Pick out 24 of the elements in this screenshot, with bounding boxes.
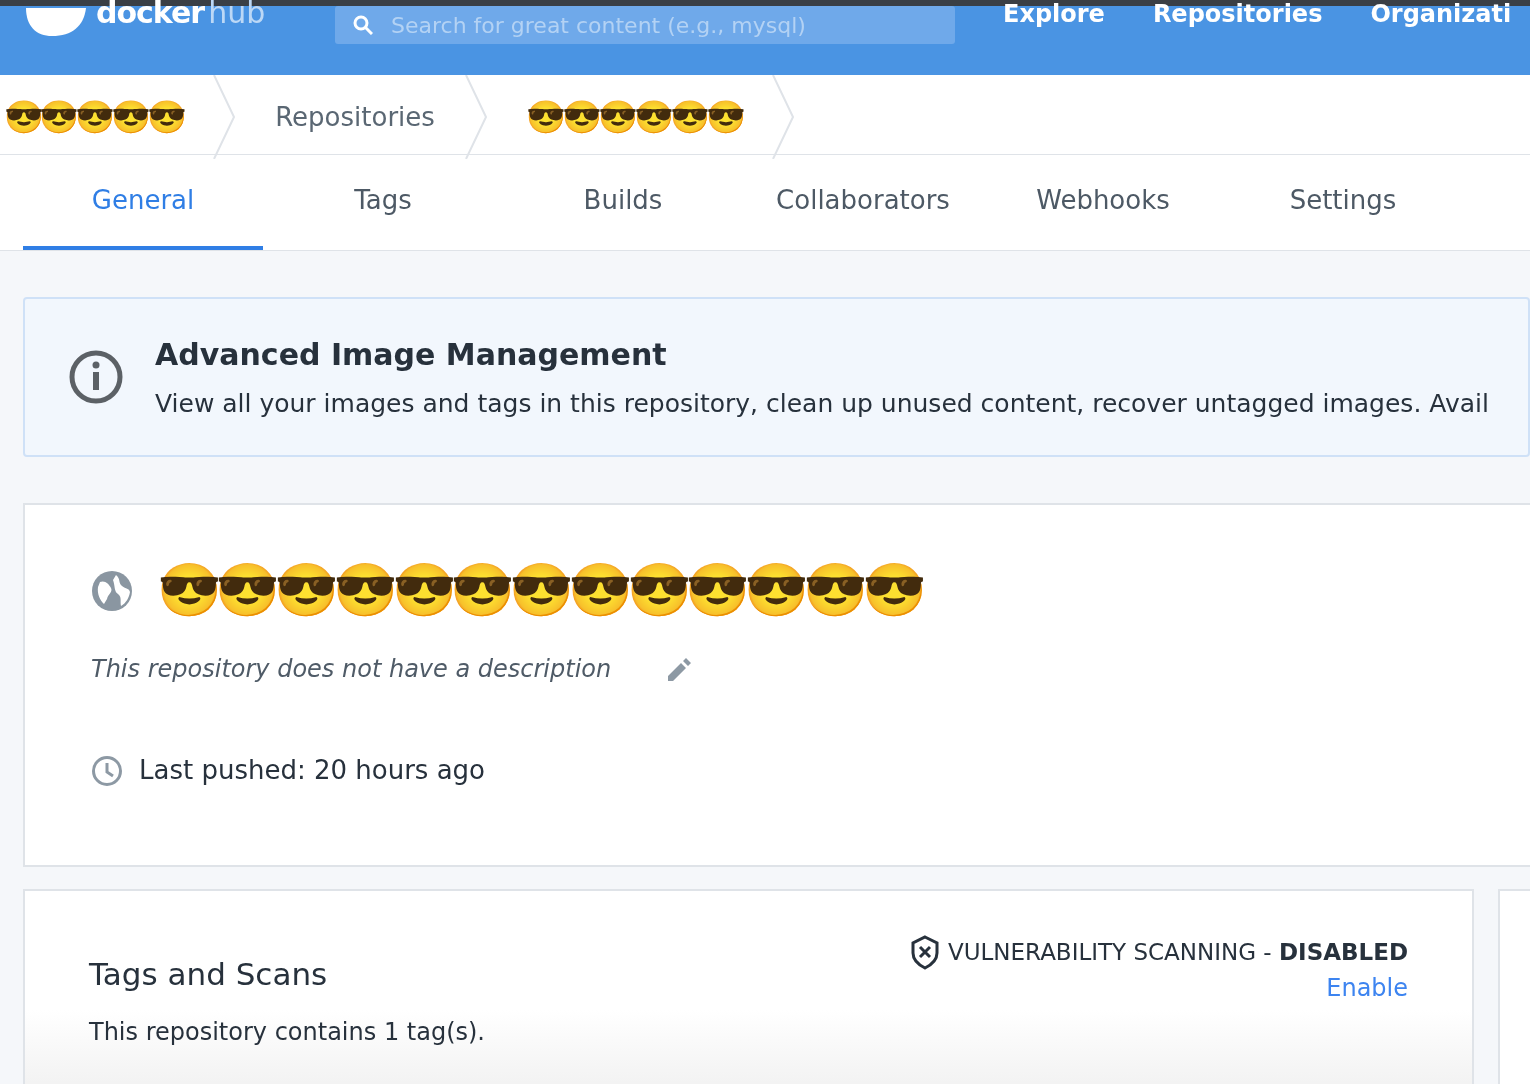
repository-description: This repository does not have a description: [91, 654, 612, 685]
nav-link[interactable]: Explore: [1003, 0, 1105, 32]
logo-text: hub: [208, 0, 266, 28]
search-icon: [353, 15, 373, 35]
logo-text: docker: [96, 0, 205, 28]
banner-text: View all your images and tags in this repository, clean up unused content, recover untagged images. Avail: [155, 387, 1489, 420]
last-pushed-text: Last pushed: 20 hours ago: [139, 754, 485, 787]
nav-link[interactable]: Repositories: [1152, 0, 1323, 32]
info-icon: [69, 350, 123, 404]
globe-icon: [91, 570, 133, 612]
scanning-status: VULNERABILITY SCANNING - DISABLED: [947, 938, 1408, 968]
tab[interactable]: Settings: [1223, 155, 1463, 250]
search-field[interactable]: Search for great content (e.g., mysql): [335, 6, 955, 44]
repository-name: 😎😎😎😎😎😎😎😎😎😎😎😎😎: [157, 565, 921, 617]
shield-x-icon: [909, 935, 940, 970]
banner-title: Advanced Image Management: [155, 335, 668, 374]
tab[interactable]: Webhooks: [983, 155, 1223, 250]
nav-link[interactable]: Organizati: [1370, 0, 1512, 32]
tag-count-text: This repository contains 1 tag(s).: [89, 1017, 486, 1048]
pencil-icon[interactable]: [665, 656, 693, 682]
tab[interactable]: General: [23, 155, 263, 250]
clock-icon: [91, 754, 123, 787]
enable-link[interactable]: Enable: [1326, 970, 1408, 1006]
section-title: Tags and Scans: [89, 955, 328, 994]
